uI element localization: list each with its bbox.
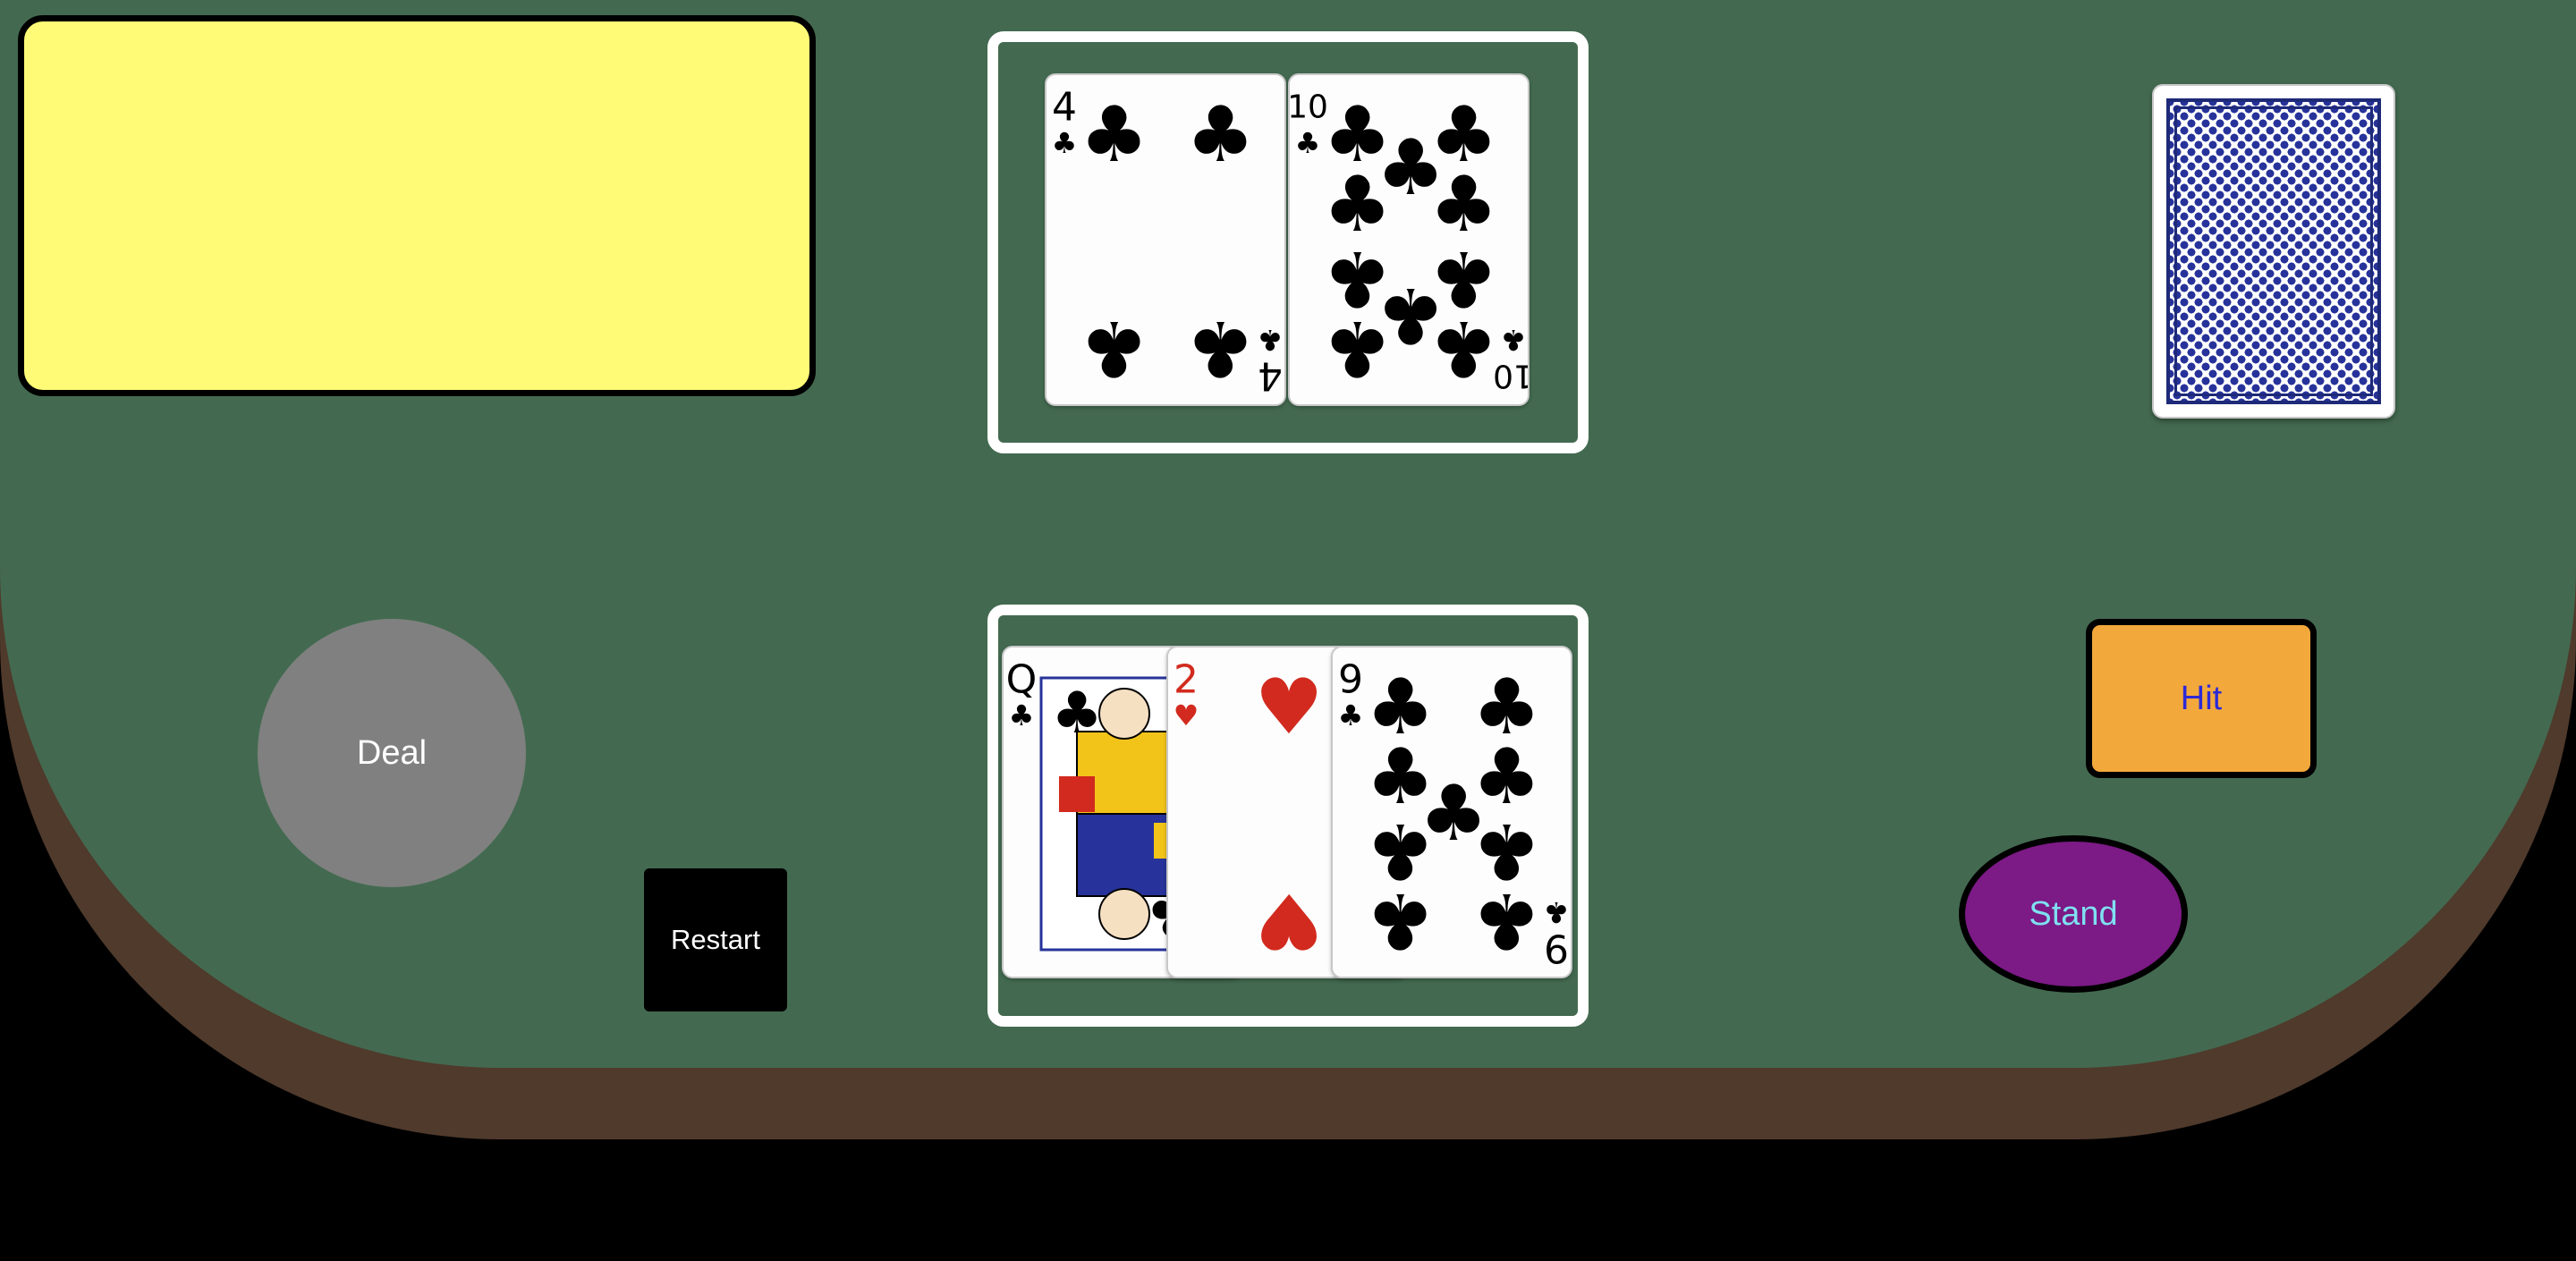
clubs-corner-icon: ♣ [1052,126,1078,160]
card-back-pattern [2166,98,2381,404]
card-corner-rank: 2 [1174,657,1199,703]
clubs-corner-icon: ♣ [1338,698,1364,732]
clubs-pip-icon: ♣ [1186,90,1255,180]
draw-deck [2152,84,2395,419]
playing-card: ♣ ♣ ♣ ♣ 4 ♣ 4 ♣ [1045,73,1286,406]
hearts-pip-icon: ♥ [1254,876,1323,965]
card-corner-rank: 9 [1338,657,1363,703]
court-head [1098,688,1150,740]
card-corner-rank: 10 [1290,89,1328,126]
clubs-corner-icon: ♣ [1258,323,1284,357]
clubs-court-icon: ♣ [1051,681,1102,747]
clubs-pip-icon: ♣ [1323,303,1392,393]
deal-button-label: Deal [356,733,428,772]
clubs-corner-icon: ♣ [1544,895,1570,929]
card-corner-rank: 9 [1544,926,1569,971]
stand-button[interactable]: Stand [1959,835,2188,993]
game-stage: ♣♣♣♣4♣4♣♣♣♣♣♣♣♣♣♣♣10♣10♣ ♣♣Q♣Q♣♥♥2♥2♥♣♣♣… [0,0,2576,1261]
clubs-pip-icon: ♣ [1472,876,1541,965]
clubs-pip-icon: ♣ [1366,876,1435,965]
card-corner-rank: Q [1006,657,1038,703]
hit-button[interactable]: Hit [2086,619,2317,778]
card-corner-rank: 4 [1258,353,1283,399]
playing-card: ♣ ♣ ♣ ♣ ♣ ♣ ♣ ♣ ♣ 9 ♣ 9 ♣ [1331,646,1572,978]
clubs-corner-icon: ♣ [1009,698,1035,732]
court-ornament [1059,776,1095,812]
stand-button-label: Stand [2029,894,2118,933]
court-head-mirror [1098,888,1150,940]
clubs-corner-icon: ♣ [1501,323,1527,357]
clubs-pip-icon: ♣ [1186,303,1255,393]
hit-button-label: Hit [2180,679,2223,717]
hearts-corner-icon: ♥ [1174,698,1199,732]
clubs-pip-icon: ♣ [1080,90,1148,180]
card-face: ♣ ♣♣♣ ♣♣ ♣♣♣ ♣10♣10♣ [1290,89,1530,394]
playing-card: ♣ ♣ ♣ ♣ ♣ ♣ ♣ ♣ ♣ ♣ 10 ♣ 10 ♣ [1288,73,1530,406]
clubs-pip-icon: ♣ [1080,303,1148,393]
card-face: ♣ ♣♣ ♣4♣4♣ [1052,85,1284,399]
clubs-pip-icon: ♣ [1429,303,1498,393]
restart-button[interactable]: Restart [644,868,787,1011]
message-panel [18,15,816,396]
hearts-pip-icon: ♥ [1254,663,1323,752]
restart-button-label: Restart [671,924,760,955]
card-corner-rank: 4 [1052,85,1077,131]
card-face: ♣ ♣♣ ♣♣♣ ♣♣ ♣9♣9♣ [1338,657,1570,971]
card-corner-rank: 10 [1493,358,1530,394]
clubs-corner-icon: ♣ [1295,126,1321,160]
deal-button[interactable]: Deal [258,619,526,887]
